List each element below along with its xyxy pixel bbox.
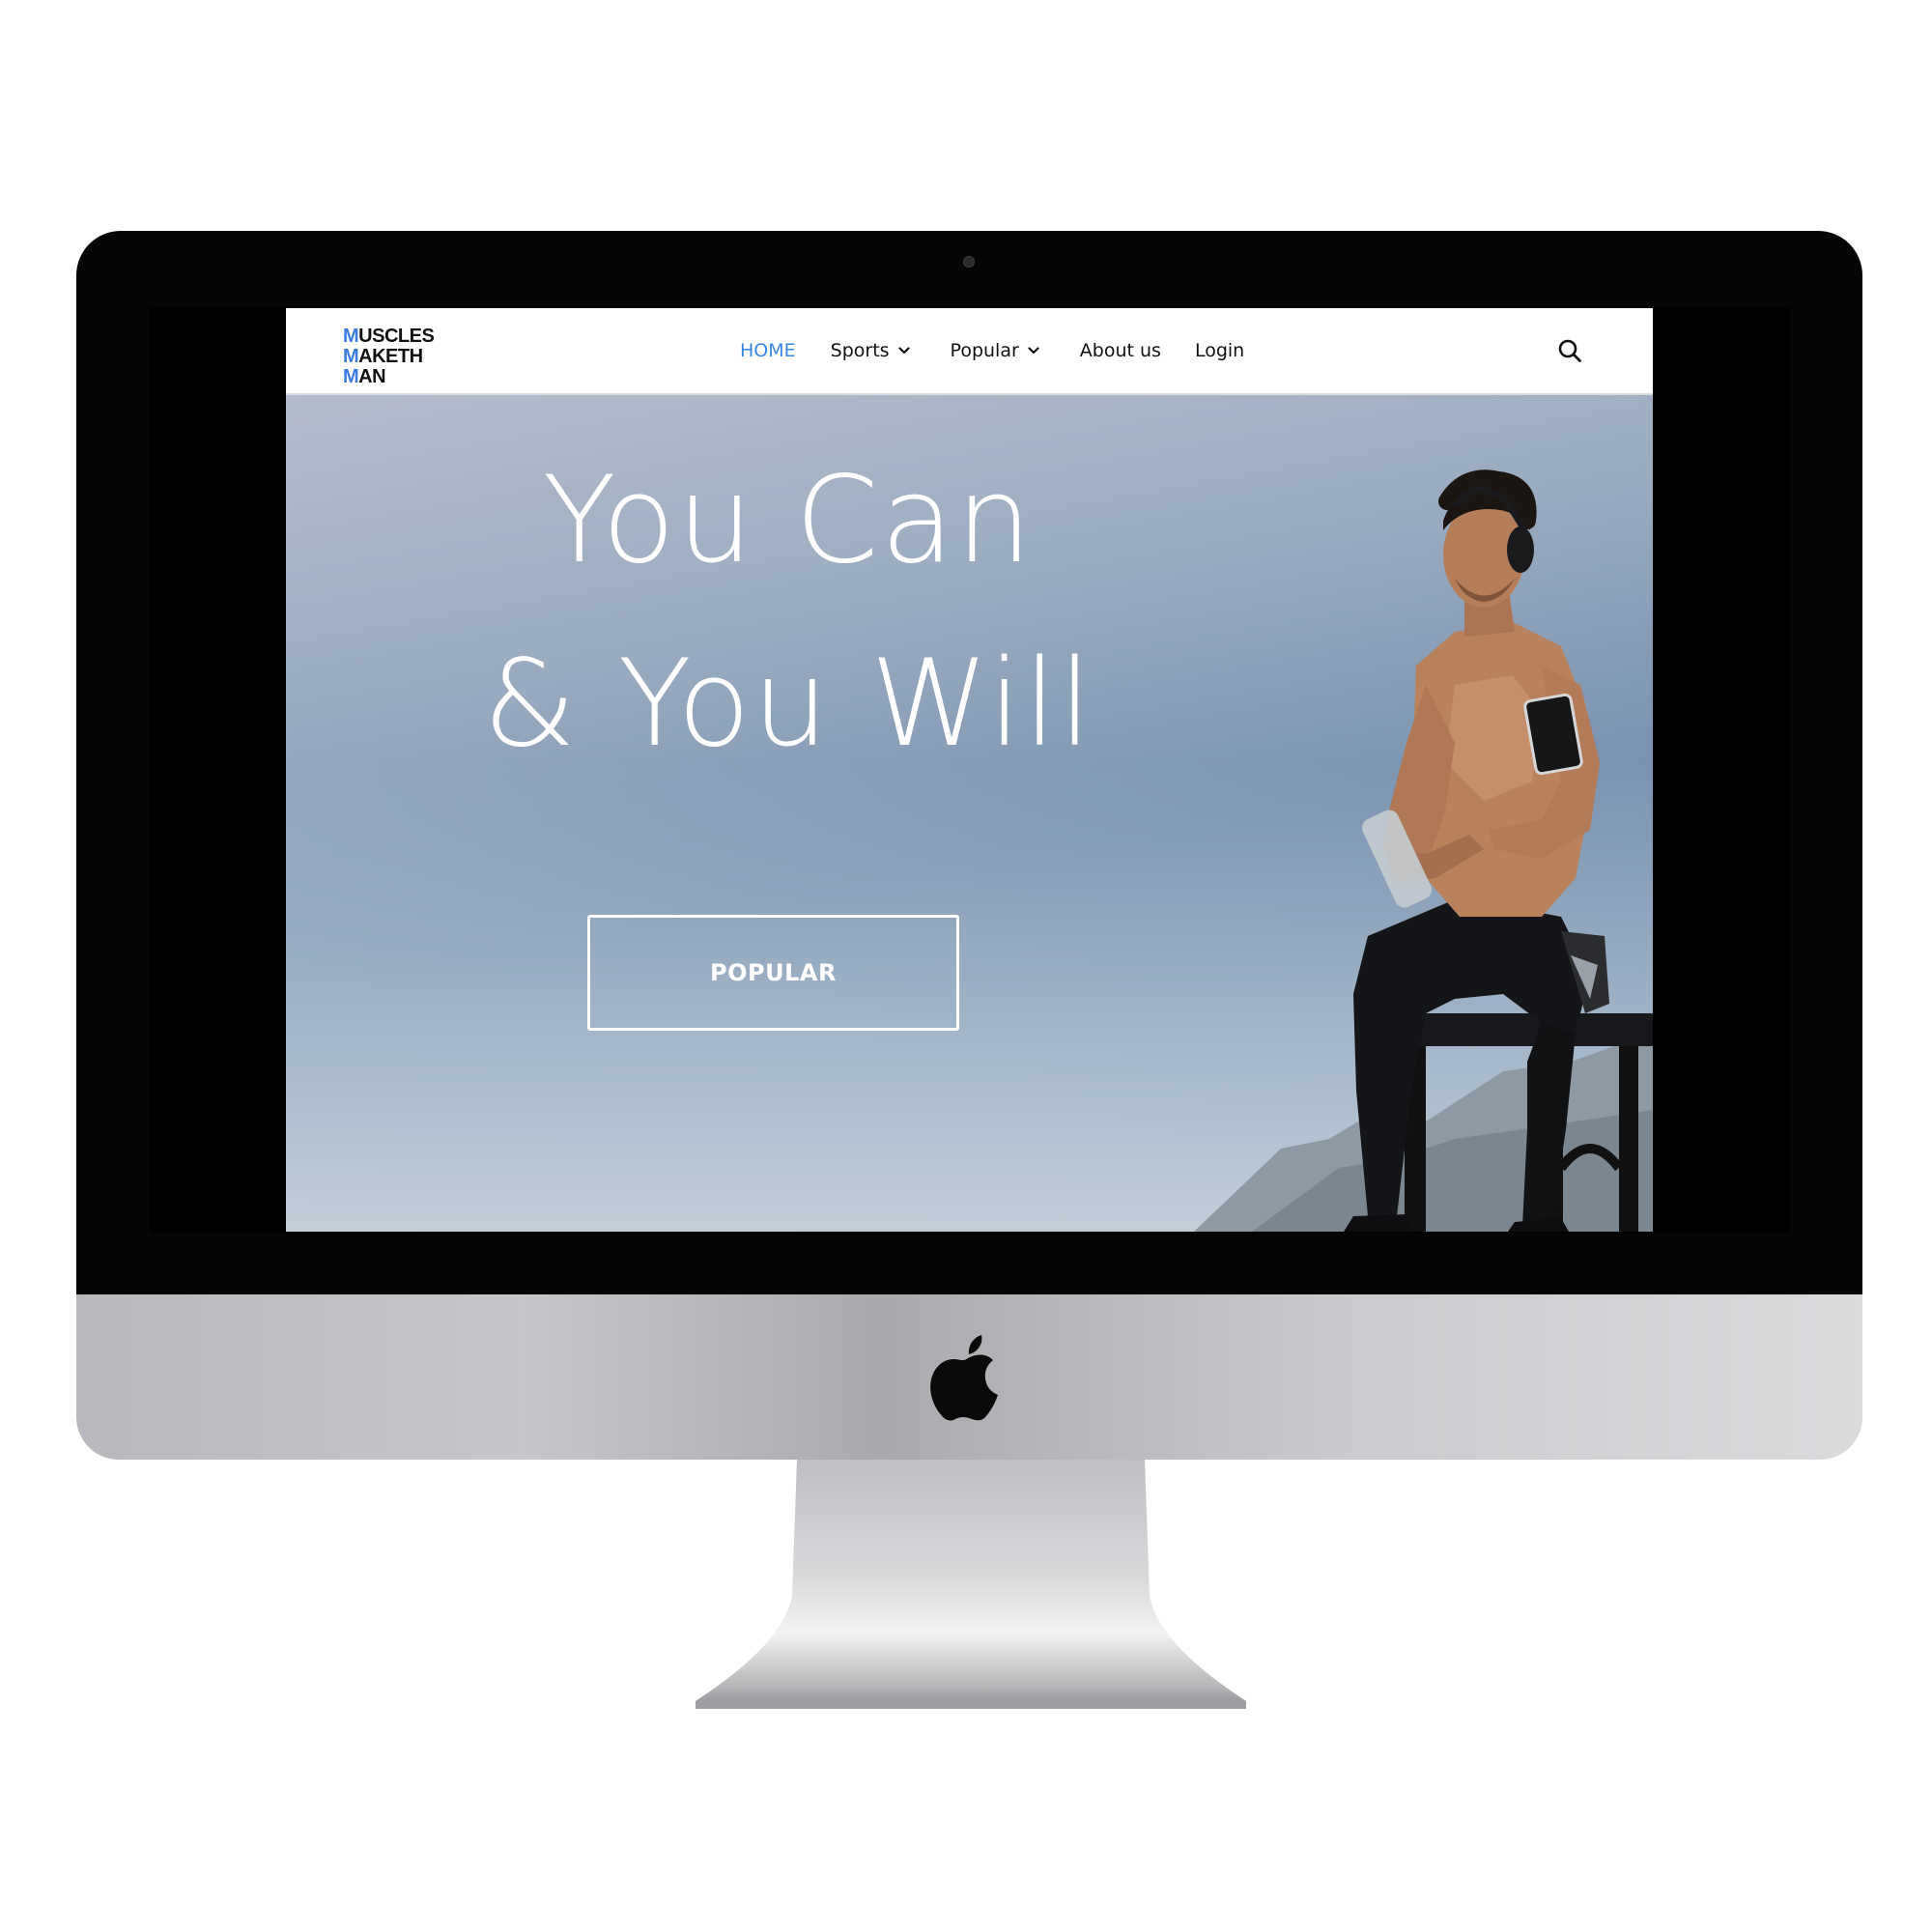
nav-item-label: HOME [740,340,796,361]
hero-headline-line2: & You Will [482,635,1094,774]
desktop-mockup: MUSCLES MAKETH MAN HOME Sports Popular Abou… [0,0,1932,1932]
nav-item-label: About us [1079,340,1161,361]
apple-logo-icon [930,1335,998,1421]
camera-dot [963,256,975,268]
chevron-down-icon [1028,347,1039,355]
nav-item-about-us[interactable]: About us [1080,340,1161,361]
monitor-stand [696,1460,1246,1709]
top-navbar: MUSCLES MAKETH MAN HOME Sports Popular Abou… [286,308,1653,395]
nav-menu: HOME Sports Popular About us Login [740,308,1244,393]
nav-item-label: Sports [830,340,890,361]
nav-item-popular[interactable]: Popular [951,340,1039,361]
nav-item-login[interactable]: Login [1195,340,1244,361]
popular-button[interactable]: POPULAR [587,915,959,1031]
hero-section: You Can & You Will POPULAR [286,395,1653,1232]
website-viewport: MUSCLES MAKETH MAN HOME Sports Popular Abou… [286,308,1653,1232]
search-icon[interactable] [1557,338,1582,363]
logo-line: MAKETH [343,346,423,367]
nav-item-home[interactable]: HOME [740,340,796,361]
chevron-down-icon [897,347,910,355]
nav-item-label: Popular [950,340,1019,361]
nav-item-label: Login [1194,340,1245,361]
hero-headline-line1: You Can [542,451,1035,590]
logo-line: MAN [343,366,386,387]
nav-item-sports[interactable]: Sports [831,340,910,361]
site-logo[interactable]: MUSCLES MAKETH MAN [343,327,449,388]
logo-line: MUSCLES [343,326,435,347]
athlete-photo [1194,469,1653,1232]
